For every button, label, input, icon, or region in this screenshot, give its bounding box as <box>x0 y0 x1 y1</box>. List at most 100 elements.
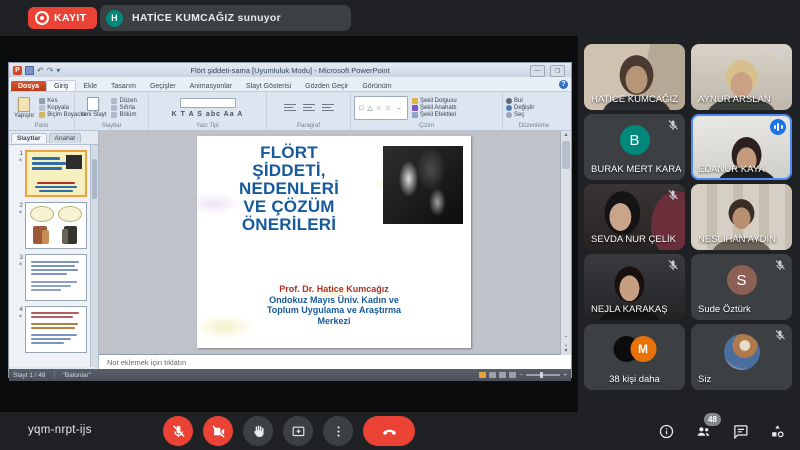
participant-tile[interactable]: EDANUR KAYA <box>691 114 792 180</box>
participant-name: NEJLA KARAKAŞ <box>591 304 681 315</box>
font-name-box[interactable] <box>180 98 236 108</box>
tab-gorunum[interactable]: Görünüm <box>355 81 398 91</box>
shape-fill-button[interactable]: Şekil Dolgusu <box>412 98 457 104</box>
status-bar: Slayt 1 / 48 "Balonlar" − + <box>9 369 571 381</box>
people-button[interactable]: 48 <box>692 420 714 442</box>
mic-off-button[interactable] <box>163 416 193 446</box>
participant-name: HATICE KUMCAĞIZ <box>591 94 681 105</box>
font-format-icons[interactable]: K T A S abc Aa A <box>172 111 244 118</box>
participant-name: AYNUR ARSLAN <box>698 94 788 105</box>
presenter-avatar: H <box>106 10 123 27</box>
recording-badge: KAYIT <box>28 7 97 29</box>
shape-outline-button[interactable]: Şekil Anahattı <box>412 105 457 111</box>
end-call-button[interactable] <box>363 416 415 446</box>
participant-name: SEVDA NUR ÇELİK <box>591 234 681 245</box>
participant-tile[interactable]: AYNUR ARSLAN <box>691 44 792 110</box>
participant-tile[interactable]: Siz <box>691 324 792 390</box>
slide-1-thumbnail[interactable] <box>25 150 87 197</box>
present-button[interactable] <box>283 416 313 446</box>
panel-tab-anahat[interactable]: Anahat <box>49 133 82 143</box>
chat-button[interactable] <box>729 420 751 442</box>
undo-icon[interactable]: ↶ <box>37 67 44 74</box>
presenting-chip[interactable]: H HATİCE KUMCAĞIZ sunuyor <box>100 5 351 31</box>
new-slide-button[interactable]: Yeni Slayt <box>78 94 108 121</box>
notes-pane[interactable]: Not eklemek için tıklatın <box>99 354 571 369</box>
slide-2-thumbnail[interactable] <box>25 202 87 249</box>
participant-name: BURAK MERT KARAH... <box>591 164 681 175</box>
slideshow-view-icon[interactable] <box>509 372 516 378</box>
shapes-gallery[interactable]: □ △ ○ ☆ → <box>354 96 408 120</box>
current-slide[interactable]: FLÖRT ŞİDDETİ, NEDENLERİ VE ÇÖZÜM ÖNERİL… <box>197 136 471 348</box>
save-icon[interactable] <box>25 66 34 75</box>
participant-tile[interactable]: NESLİHAN AYDİN <box>691 184 792 250</box>
mic-off-icon <box>774 189 786 201</box>
participant-tile[interactable]: SSude Öztürk <box>691 254 792 320</box>
align-center-icon[interactable] <box>303 104 315 112</box>
tab-gozden-gecir[interactable]: Gözden Geçir <box>298 81 355 91</box>
participant-tile[interactable]: M38 kişi daha <box>584 324 685 390</box>
layout-button[interactable]: Düzen <box>111 98 136 104</box>
qat-dropdown-icon[interactable]: ▾ <box>56 67 60 74</box>
select-button[interactable]: Seç <box>506 112 562 118</box>
participants-grid: HATICE KUMCAĞIZ AYNUR ARSLAN BBURAK MERT K… <box>584 44 792 390</box>
tab-ekle[interactable]: Ekle <box>76 81 104 91</box>
maximize-button[interactable]: ❐ <box>550 65 565 77</box>
info-button[interactable] <box>655 420 677 442</box>
section-button[interactable]: Bölüm <box>111 112 136 118</box>
tab-gecisler[interactable]: Geçişler <box>143 81 183 91</box>
help-icon[interactable]: ? <box>559 80 568 89</box>
mic-off-icon <box>667 189 679 201</box>
participant-tile[interactable]: SEVDA NUR ÇELİK <box>584 184 685 250</box>
call-controls <box>0 416 578 446</box>
shape-effects-button[interactable]: Şekil Efektleri <box>412 112 457 118</box>
activities-button[interactable] <box>766 420 788 442</box>
paste-button[interactable]: Yapıştır <box>12 94 36 121</box>
canvas-scrollbar[interactable]: ▴⌃⌄▾ <box>560 131 571 355</box>
tab-dosya[interactable]: Dosya <box>11 81 46 91</box>
redo-icon[interactable]: ↷ <box>47 67 54 74</box>
panel-tab-slaytlar[interactable]: Slaytlar <box>11 133 47 143</box>
shared-screen-stage: P ↶ ↷ ▾ Flört şiddeti-sama [Uyumluluk Mo… <box>0 36 578 412</box>
top-bar: KAYIT H HATİCE KUMCAĞIZ sunuyor <box>0 0 800 36</box>
zoom-slider[interactable] <box>526 374 560 376</box>
quick-access-toolbar[interactable]: P ↶ ↷ ▾ <box>9 66 60 75</box>
panel-scrollbar[interactable] <box>90 145 98 367</box>
tab-animasyonlar[interactable]: Animasyonlar <box>183 81 239 91</box>
camera-off-button[interactable] <box>203 416 233 446</box>
align-right-icon[interactable] <box>322 104 334 112</box>
minimize-button[interactable]: — <box>530 65 545 77</box>
normal-view-icon[interactable] <box>479 372 486 378</box>
participant-tile[interactable]: BBURAK MERT KARAH... <box>584 114 685 180</box>
align-left-icon[interactable] <box>284 104 296 112</box>
tab-slayt-gosterisi[interactable]: Slayt Gösterisi <box>239 81 298 91</box>
participant-tile[interactable]: NEJLA KARAKAŞ <box>584 254 685 320</box>
reset-button[interactable]: Sıfırla <box>111 105 136 111</box>
participant-initial-avatar: S <box>727 265 757 295</box>
more-options-icon <box>331 424 346 439</box>
raise-hand-button[interactable] <box>243 416 273 446</box>
powerpoint-window: P ↶ ↷ ▾ Flört şiddeti-sama [Uyumluluk Mo… <box>8 62 572 378</box>
slide-3-thumbnail[interactable] <box>25 254 87 301</box>
recording-label: KAYIT <box>54 12 87 24</box>
slide-4-number: 4✶ <box>12 306 23 353</box>
paste-icon <box>18 97 30 112</box>
tab-giris[interactable]: Giriş <box>46 80 76 91</box>
chat-icon <box>732 423 749 440</box>
zoom-in-icon[interactable]: + <box>563 372 567 379</box>
zoom-out-icon[interactable]: − <box>519 372 523 379</box>
slide-3-number: 3✶ <box>12 254 23 301</box>
participant-name: Siz <box>698 374 788 385</box>
replace-button[interactable]: Değiştir <box>506 105 562 111</box>
tab-tasarim[interactable]: Tasarım <box>104 81 143 91</box>
meeting-tools: 48 <box>655 420 788 442</box>
camera-off-icon <box>211 424 226 439</box>
bottom-bar: yqm-nrpt-ijs <box>0 412 800 450</box>
slide-4-thumbnail[interactable] <box>25 306 87 353</box>
more-options-button[interactable] <box>323 416 353 446</box>
find-button[interactable]: Bul <box>506 98 562 104</box>
powerpoint-titlebar[interactable]: P ↶ ↷ ▾ Flört şiddeti-sama [Uyumluluk Mo… <box>9 63 571 77</box>
reading-view-icon[interactable] <box>499 372 506 378</box>
overflow-avatars: M <box>613 336 656 362</box>
participant-tile[interactable]: HATICE KUMCAĞIZ <box>584 44 685 110</box>
sorter-view-icon[interactable] <box>489 372 496 378</box>
